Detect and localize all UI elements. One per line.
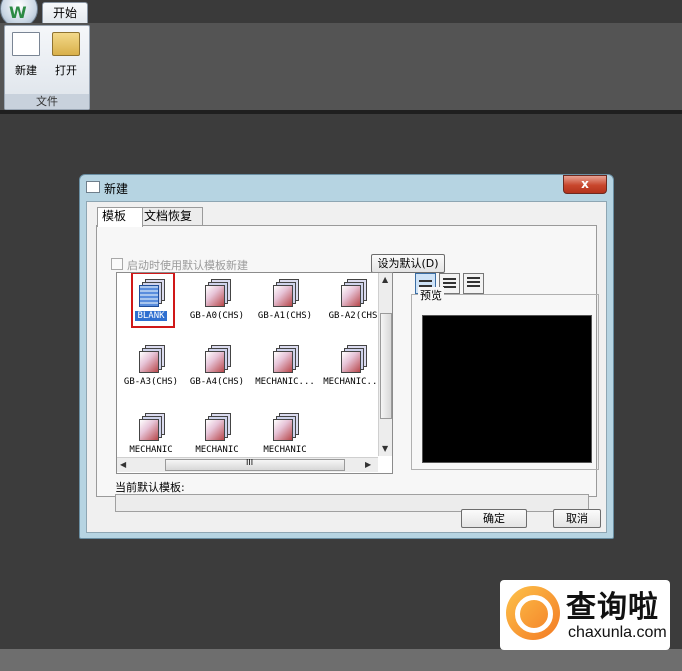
preview-canvas: [422, 315, 592, 463]
template-label: MECHANIC: [195, 445, 239, 455]
template-icon: [341, 345, 367, 373]
new-button-label: 新建: [15, 64, 37, 77]
open-folder-icon: [52, 32, 80, 56]
template-icon: [205, 413, 231, 441]
set-default-button[interactable]: 设为默认(D): [371, 254, 445, 273]
template-label: GB-A1(CHS): [257, 311, 313, 321]
ok-button[interactable]: 确定: [461, 509, 527, 528]
details-view-button[interactable]: [463, 273, 484, 294]
template-icon: [341, 279, 367, 307]
template-icon: [139, 345, 165, 373]
template-icon: [273, 345, 299, 373]
tab-start[interactable]: 开始: [42, 2, 88, 24]
template-icon: [205, 279, 231, 307]
template-icon: [273, 279, 299, 307]
ribbon: 新建 打开 文件: [0, 23, 682, 110]
template-item[interactable]: GB-A3(CHS): [117, 341, 185, 399]
scroll-right-icon[interactable]: ▶: [365, 460, 371, 469]
new-document-icon: [12, 32, 40, 56]
template-item[interactable]: GB-A2(CHS: [319, 275, 387, 333]
file-group-label: 文件: [5, 94, 89, 109]
template-item[interactable]: GB-A4(CHS): [183, 341, 251, 399]
template-item[interactable]: MECHANIC...: [251, 341, 319, 399]
watermark-cn: 查询啦: [566, 590, 659, 625]
selection-highlight: [131, 273, 175, 328]
dialog-client: 模板 文档恢复 启动时使用默认模板新建 设为默认(D) BLANK GB-A0(…: [86, 201, 607, 533]
startup-default-label: 启动时使用默认模板新建: [127, 259, 248, 272]
template-label: GB-A2(CHS: [328, 311, 378, 321]
template-label: MECHANIC...: [255, 377, 315, 387]
horizontal-scrollbar[interactable]: ◀ III ▶: [117, 457, 378, 472]
template-item[interactable]: GB-A0(CHS): [183, 275, 251, 333]
template-label: GB-A4(CHS): [189, 377, 245, 387]
vertical-scroll-thumb[interactable]: [380, 313, 392, 419]
template-item[interactable]: MECHANIC...: [319, 341, 387, 399]
tab-template[interactable]: 模板: [97, 207, 143, 227]
template-label: MECHANIC: [263, 445, 307, 455]
scroll-left-icon[interactable]: ◀: [120, 460, 126, 469]
watermark-logo: 查询啦 chaxunla.com: [500, 580, 670, 650]
template-icon: [205, 345, 231, 373]
template-label: GB-A3(CHS): [123, 377, 179, 387]
scroll-up-icon[interactable]: ▲: [382, 275, 388, 284]
tab-document-recovery[interactable]: 文档恢复: [139, 207, 203, 225]
template-label: GB-A0(CHS): [189, 311, 245, 321]
file-group: 新建 打开 文件: [4, 25, 90, 110]
current-default-label: 当前默认模板:: [115, 481, 185, 494]
scroll-grip: III: [246, 458, 254, 467]
template-item[interactable]: GB-A1(CHS): [251, 275, 319, 333]
dialog-title: 新建: [104, 182, 129, 196]
startup-default-checkbox[interactable]: [111, 258, 123, 270]
search-logo-icon: [506, 586, 560, 640]
scroll-down-icon[interactable]: ▼: [382, 444, 388, 453]
new-dialog: 新建 x 模板 文档恢复 启动时使用默认模板新建 设为默认(D) BLANK G…: [79, 174, 614, 539]
close-button[interactable]: x: [563, 175, 607, 194]
dialog-icon: [86, 181, 100, 193]
dialog-titlebar[interactable]: 新建 x: [80, 175, 613, 199]
template-label: MECHANIC: [129, 445, 173, 455]
status-bar: [0, 649, 682, 671]
template-icon: [273, 413, 299, 441]
new-button[interactable]: 新建: [9, 32, 43, 82]
preview-group: 预览: [411, 287, 599, 470]
vertical-scrollbar[interactable]: ▲ ▼: [378, 273, 392, 456]
template-list[interactable]: BLANK GB-A0(CHS) GB-A1(CHS) GB-A2(CHS GB…: [116, 272, 393, 474]
open-button[interactable]: 打开: [49, 32, 83, 82]
title-bar: [0, 0, 682, 24]
preview-label: 预览: [418, 287, 444, 303]
template-label: MECHANIC...: [323, 377, 383, 387]
template-icon: [139, 413, 165, 441]
app-logo-icon: W: [9, 3, 27, 22]
cancel-button[interactable]: 取消: [553, 509, 601, 528]
watermark-en: chaxunla.com: [568, 624, 667, 641]
open-button-label: 打开: [55, 64, 77, 77]
template-panel: 启动时使用默认模板新建 设为默认(D) BLANK GB-A0(CHS) GB-…: [96, 225, 599, 512]
horizontal-scroll-thumb[interactable]: III: [165, 458, 345, 471]
